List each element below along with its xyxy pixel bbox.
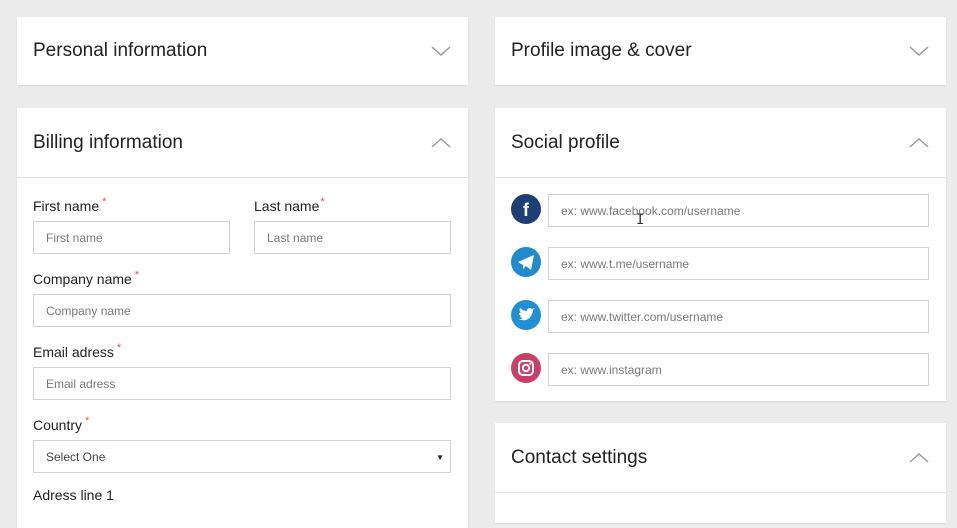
required-marker: * <box>102 196 107 208</box>
last-name-label-text: Last name <box>254 198 320 214</box>
required-marker: * <box>134 269 140 281</box>
first-name-label-text: First name <box>33 198 100 214</box>
telegram-url-input[interactable] <box>548 247 929 280</box>
contact-settings-header[interactable]: Contact settings <box>495 423 946 493</box>
first-name-label: First name * <box>33 196 106 214</box>
last-name-input[interactable] <box>254 221 451 254</box>
country-label: Country * <box>33 415 89 433</box>
instagram-icon <box>511 353 541 383</box>
billing-info-card: Billing information First name* Last nam… <box>17 108 468 528</box>
chevron-down-icon[interactable] <box>430 44 452 58</box>
personal-info-title: Personal information <box>33 40 208 61</box>
facebook-url-input[interactable] <box>548 194 929 227</box>
social-profile-header[interactable]: Social profile <box>495 108 946 178</box>
twitter-icon <box>511 300 541 330</box>
last-name-label: Last name* <box>254 196 325 214</box>
country-label-text: Country <box>33 417 83 433</box>
company-name-label: Company name * <box>33 269 139 287</box>
company-name-input[interactable] <box>33 294 451 327</box>
country-select-value: Select One <box>46 449 106 464</box>
required-marker: * <box>116 342 122 354</box>
chevron-up-icon[interactable] <box>908 451 930 465</box>
profile-image-card: Profile image & cover <box>495 17 946 85</box>
facebook-icon: f <box>511 194 541 224</box>
email-label-text: Email adress <box>33 344 114 360</box>
required-marker: * <box>320 196 325 208</box>
address-line-1-label-text: Adress line 1 <box>33 487 114 503</box>
text-cursor-icon: I <box>636 212 645 228</box>
profile-image-title: Profile image & cover <box>511 40 692 61</box>
personal-info-header[interactable]: Personal information <box>17 17 468 85</box>
chevron-up-icon[interactable] <box>908 136 930 150</box>
email-label: Email adress * <box>33 342 121 360</box>
billing-info-title: Billing information <box>33 131 183 153</box>
chevron-up-icon[interactable] <box>430 136 452 150</box>
telegram-icon <box>511 247 541 277</box>
company-name-label-text: Company name <box>33 271 132 287</box>
contact-settings-card: Contact settings <box>495 423 946 523</box>
twitter-url-input[interactable] <box>548 300 929 333</box>
required-marker: * <box>85 415 90 427</box>
address-line-1-label: Adress line 1 <box>33 487 114 503</box>
billing-info-header[interactable]: Billing information <box>17 108 468 178</box>
instagram-url-input[interactable] <box>548 353 929 386</box>
chevron-down-icon[interactable] <box>908 44 930 58</box>
profile-image-header[interactable]: Profile image & cover <box>495 17 946 85</box>
dropdown-arrow-icon: ▼ <box>436 453 444 462</box>
email-input[interactable] <box>33 367 451 400</box>
social-profile-card: Social profile f I <box>495 108 946 401</box>
social-profile-title: Social profile <box>511 131 620 153</box>
svg-text:f: f <box>523 200 530 220</box>
first-name-input[interactable] <box>33 221 230 254</box>
country-select[interactable]: Select One ▼ <box>33 440 451 473</box>
personal-info-card: Personal information <box>17 17 468 85</box>
contact-settings-title: Contact settings <box>511 446 648 468</box>
